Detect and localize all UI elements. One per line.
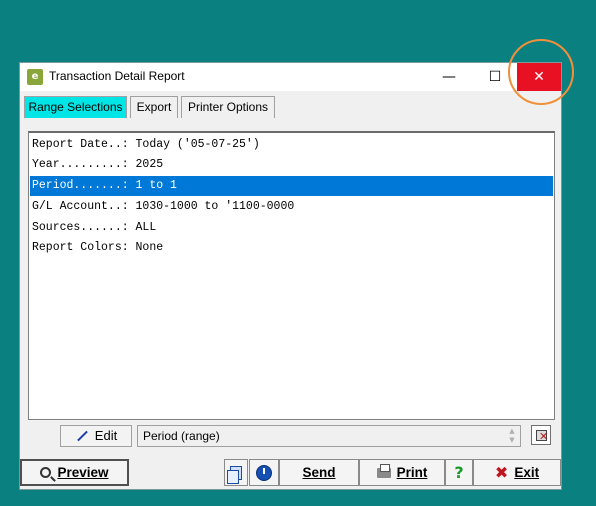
list-item-sources[interactable]: Sources......: ALL [30,218,553,238]
magnifier-icon [40,467,52,478]
tab-export[interactable]: Export [130,96,178,118]
status-field-value: Period (range) [143,429,220,443]
tab-printer-options[interactable]: Printer Options [181,96,275,118]
schedule-button[interactable] [249,459,279,486]
clear-selection-button[interactable]: ✕ [531,425,551,445]
title-bar[interactable]: e Transaction Detail Report — ☐ ✕ [20,63,561,91]
send-button-label: Send [302,465,336,480]
print-button-label: Print [396,465,428,480]
list-item-report-date[interactable]: Report Date..: Today ('05-07-25') [30,135,553,155]
tab-range-selections[interactable]: Range Selections [24,96,127,118]
help-button[interactable]: ? [445,459,473,486]
printer-icon [376,463,391,478]
send-button[interactable]: Send [279,459,359,486]
window-title: Transaction Detail Report [49,69,185,83]
status-field: Period (range) ▲ ▼ [137,425,521,447]
exit-button-label: Exit [514,465,540,480]
copy-icon [227,465,242,484]
bottom-toolbar: Preview Send Print ? ✖ Exit [20,459,561,489]
red-x-icon: ✕ [539,430,549,443]
minimize-button[interactable]: — [426,63,472,91]
exit-x-icon: ✖ [494,463,509,482]
list-item-year[interactable]: Year.........: 2025 [30,155,553,175]
preview-button-label: Preview [57,465,109,480]
spin-arrows-icon: ▲ ▼ [509,427,515,444]
preview-button[interactable]: Preview [20,459,129,486]
close-button-highlight-ring [508,39,574,105]
list-item-gl-account[interactable]: G/L Account..: 1030-1000 to '1100-0000 [30,197,553,217]
copy-button[interactable] [224,459,248,486]
app-icon: e [27,69,43,85]
print-button[interactable]: Print [359,459,445,486]
pencil-icon [75,429,89,443]
exit-button[interactable]: ✖ Exit [473,459,561,486]
report-window: e Transaction Detail Report — ☐ ✕ Range … [19,62,562,490]
edit-button-label: Edit [94,428,118,443]
range-selection-list[interactable]: Report Date..: Today ('05-07-25') Year..… [28,131,555,420]
list-item-period[interactable]: Period.......: 1 to 1 [30,176,553,196]
list-item-report-colors[interactable]: Report Colors: None [30,238,553,258]
edit-button[interactable]: Edit [60,425,132,447]
question-icon: ? [454,463,464,482]
clock-icon [256,464,272,481]
